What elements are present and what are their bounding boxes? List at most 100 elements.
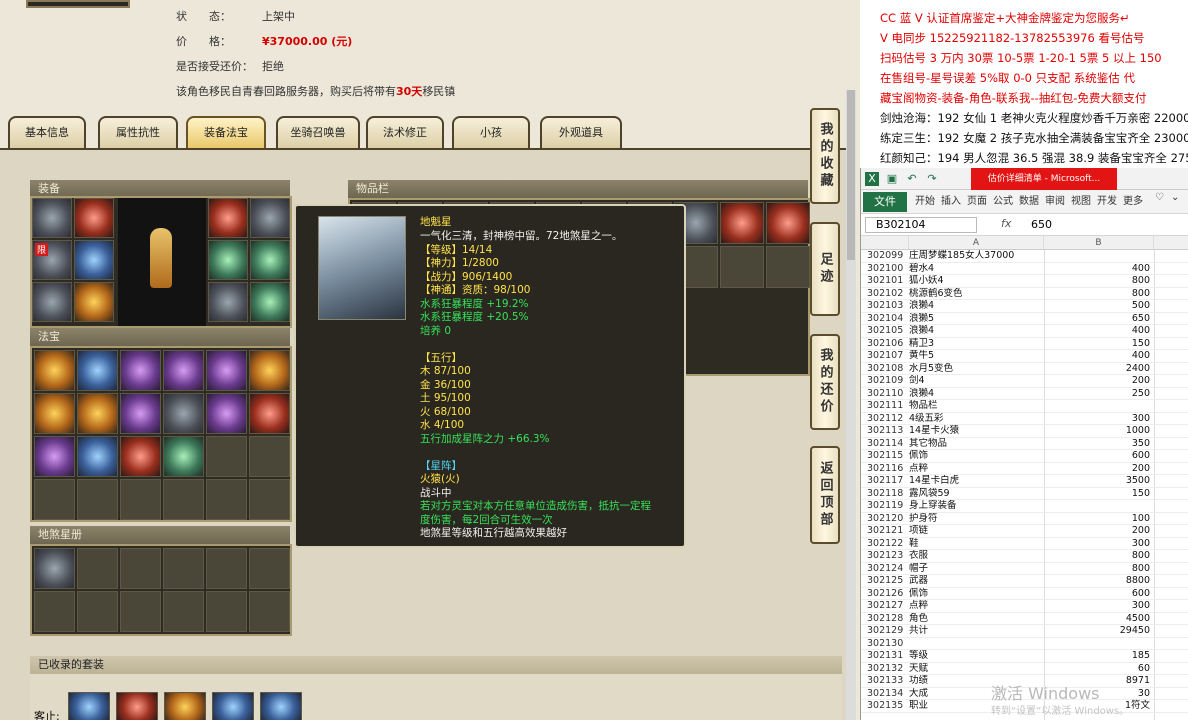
my-bids-button[interactable]: 我的还价 <box>810 334 840 430</box>
row-number[interactable]: 302113 <box>867 425 909 438</box>
row-number[interactable]: 302117 <box>867 475 909 488</box>
row-number[interactable]: 302111 <box>867 400 909 413</box>
cell-b[interactable]: 100 <box>1044 513 1150 526</box>
redo-icon[interactable]: ↷ <box>925 172 939 186</box>
row-number[interactable]: 302119 <box>867 500 909 513</box>
treasure-slot[interactable] <box>120 393 161 434</box>
cell-a[interactable]: 4级五彩 <box>909 413 1044 426</box>
cell-b[interactable]: 1000 <box>1044 425 1150 438</box>
cell-b[interactable]: 185 <box>1044 650 1150 663</box>
cell-a[interactable]: 物品栏 <box>909 400 1044 413</box>
sheet-row[interactable]: 302114 其它物品 350 <box>861 438 1188 451</box>
column-header-c[interactable] <box>1154 236 1188 250</box>
suit-icon[interactable] <box>68 692 110 720</box>
cell-a[interactable]: 天赋 <box>909 663 1044 676</box>
cell-b[interactable]: 150 <box>1044 488 1150 501</box>
cell-b[interactable]: 4500 <box>1044 613 1150 626</box>
cell-a[interactable]: 14星卡火猿 <box>909 425 1044 438</box>
cell-a[interactable]: 精卫3 <box>909 338 1044 351</box>
cell-a[interactable]: 黄牛5 <box>909 350 1044 363</box>
row-number[interactable]: 302132 <box>867 663 909 676</box>
cell-a[interactable]: 浪獭5 <box>909 313 1044 326</box>
treasure-slot[interactable] <box>34 350 75 391</box>
treasure-slot[interactable] <box>77 393 118 434</box>
cell-a[interactable]: 14星卡白虎 <box>909 475 1044 488</box>
cell-b[interactable]: 200 <box>1044 463 1150 476</box>
ribbon-tab[interactable]: 公式 <box>993 192 1013 207</box>
sheet-row[interactable]: 302112 4级五彩 300 <box>861 413 1188 426</box>
sheet-row[interactable]: 302099 庄周梦蝶185女人37000 <box>861 250 1188 263</box>
cell-b[interactable]: 400 <box>1044 350 1150 363</box>
sheet-row[interactable]: 302129 共计 29450 <box>861 625 1188 638</box>
row-number[interactable]: 302125 <box>867 575 909 588</box>
sheet-row[interactable]: 302132 天赋 60 <box>861 663 1188 676</box>
sheet-row[interactable]: 302125 武器 8800 <box>861 575 1188 588</box>
cell-a[interactable]: 浪獭4 <box>909 388 1044 401</box>
row-number[interactable]: 302100 <box>867 263 909 276</box>
row-number[interactable]: 302107 <box>867 350 909 363</box>
cell-b[interactable]: 800 <box>1044 275 1150 288</box>
sheet-row[interactable]: 302130 <box>861 638 1188 650</box>
tab-attributes[interactable]: 属性抗性 <box>98 116 178 148</box>
sheet-row[interactable]: 302104 浪獭5 650 <box>861 313 1188 326</box>
inventory-slot[interactable] <box>720 246 764 288</box>
ribbon-tab[interactable]: 数据 <box>1019 192 1039 207</box>
sheet-row[interactable]: 302119 身上穿装备 <box>861 500 1188 513</box>
cell-a[interactable]: 衣服 <box>909 550 1044 563</box>
cell-a[interactable]: 水月5变色 <box>909 363 1044 376</box>
row-number[interactable]: 302135 <box>867 700 909 713</box>
equip-slot[interactable] <box>250 282 290 322</box>
scroll-thumb[interactable] <box>847 90 855 260</box>
sheet-row[interactable]: 302100 碧水4 400 <box>861 263 1188 276</box>
cell-a[interactable]: 共计 <box>909 625 1044 638</box>
equip-slot[interactable]: 限 <box>32 240 72 280</box>
sheet-row[interactable]: 302106 精卫3 150 <box>861 338 1188 351</box>
treasure-slot[interactable] <box>34 393 75 434</box>
row-number[interactable]: 302131 <box>867 650 909 663</box>
equip-slot[interactable] <box>74 198 114 238</box>
row-number[interactable]: 302128 <box>867 613 909 626</box>
cell-b[interactable]: 800 <box>1044 550 1150 563</box>
undo-icon[interactable]: ↶ <box>905 172 919 186</box>
cell-a[interactable]: 桃源鹤6变色 <box>909 288 1044 301</box>
treasure-slot[interactable] <box>249 350 290 391</box>
sheet-row[interactable]: 302109 剑4 200 <box>861 375 1188 388</box>
footprint-button[interactable]: 足迹 <box>810 222 840 316</box>
cell-a[interactable]: 狐小妖4 <box>909 275 1044 288</box>
treasure-slot[interactable] <box>120 350 161 391</box>
inventory-slot[interactable] <box>766 246 810 288</box>
sheet-row[interactable]: 302108 水月5变色 2400 <box>861 363 1188 376</box>
inventory-slot[interactable] <box>766 202 810 244</box>
sheet-row[interactable]: 302111 物品栏 <box>861 400 1188 413</box>
ribbon-tab[interactable]: 更多 <box>1123 192 1143 207</box>
cell-a[interactable]: 露风袋59 <box>909 488 1044 501</box>
row-number[interactable]: 302124 <box>867 563 909 576</box>
cell-b[interactable]: 800 <box>1044 563 1150 576</box>
treasure-slot[interactable] <box>249 393 290 434</box>
page-scrollbar[interactable] <box>846 90 856 720</box>
row-number[interactable]: 302099 <box>867 250 909 263</box>
name-box[interactable]: B302104 <box>865 217 977 233</box>
cell-b[interactable]: 250 <box>1044 388 1150 401</box>
suit-icon[interactable] <box>260 692 302 720</box>
row-number[interactable]: 302105 <box>867 325 909 338</box>
row-number[interactable]: 302134 <box>867 688 909 701</box>
sheet-row[interactable]: 302105 浪獭4 400 <box>861 325 1188 338</box>
column-header-b[interactable]: B <box>1044 236 1154 250</box>
cell-a[interactable]: 等级 <box>909 650 1044 663</box>
cell-b[interactable]: 350 <box>1044 438 1150 451</box>
equip-slot[interactable] <box>208 240 248 280</box>
sheet-row[interactable]: 302101 狐小妖4 800 <box>861 275 1188 288</box>
cell-a[interactable]: 其它物品 <box>909 438 1044 451</box>
row-number[interactable]: 302108 <box>867 363 909 376</box>
row-number[interactable]: 302118 <box>867 488 909 501</box>
cell-a[interactable]: 佩饰 <box>909 588 1044 601</box>
ribbon-tab[interactable]: 视图 <box>1071 192 1091 207</box>
suit-icon[interactable] <box>116 692 158 720</box>
treasure-slot[interactable] <box>163 436 204 477</box>
cell-b[interactable]: 500 <box>1044 300 1150 313</box>
equip-slot[interactable] <box>208 198 248 238</box>
cell-a[interactable]: 庄周梦蝶185女人37000 <box>909 250 1044 263</box>
row-number[interactable]: 302109 <box>867 375 909 388</box>
cell-b[interactable]: 300 <box>1044 538 1150 551</box>
